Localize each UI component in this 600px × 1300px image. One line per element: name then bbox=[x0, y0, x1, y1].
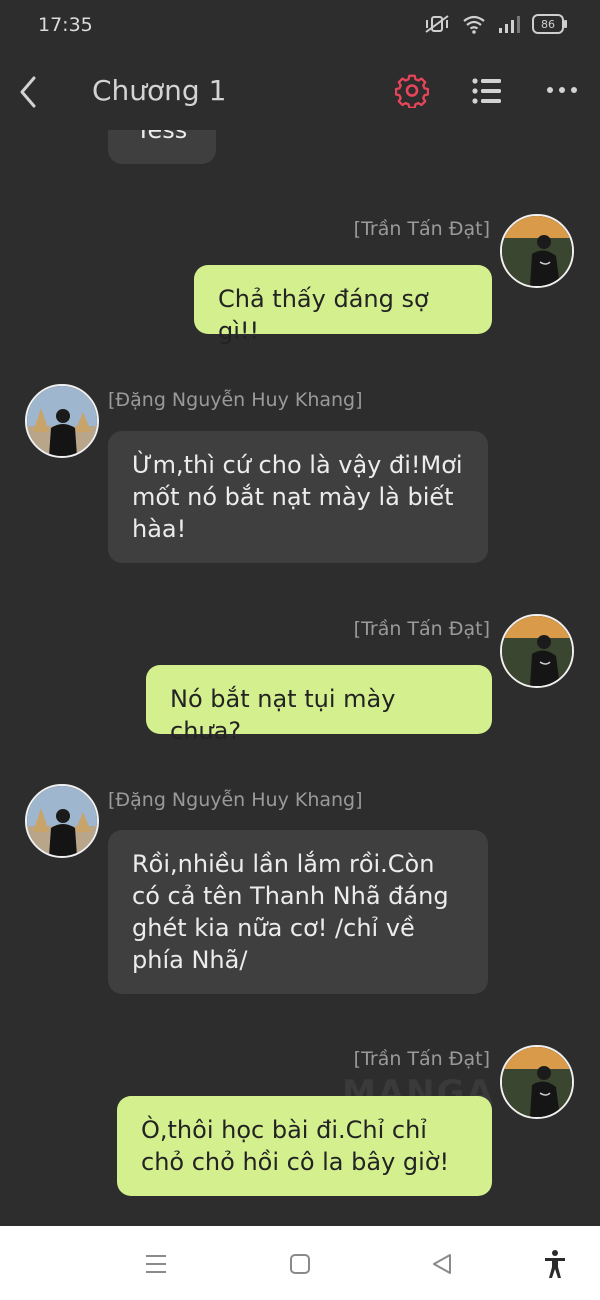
status-time: 17:35 bbox=[38, 14, 93, 36]
status-bar: 17:35 86 bbox=[0, 0, 600, 54]
signal-icon bbox=[499, 16, 520, 33]
vibrate-mute-icon bbox=[425, 15, 449, 33]
avatar-photo-icon bbox=[502, 1047, 572, 1117]
avatar-photo-icon bbox=[502, 616, 572, 686]
battery-level: 86 bbox=[541, 17, 555, 31]
gear-icon bbox=[394, 74, 430, 109]
sender-name: [Trần Tấn Đạt] bbox=[353, 1048, 490, 1070]
accessibility-button[interactable] bbox=[537, 1246, 573, 1282]
avatar[interactable] bbox=[500, 214, 574, 288]
menu-icon bbox=[146, 1255, 166, 1273]
sender-name: [Trần Tấn Đạt] bbox=[353, 218, 490, 240]
back-triangle-icon bbox=[433, 1254, 451, 1274]
more-options-button[interactable] bbox=[545, 80, 579, 100]
home-button[interactable] bbox=[282, 1246, 318, 1282]
avatar-photo-icon bbox=[502, 216, 572, 286]
home-icon bbox=[290, 1254, 310, 1274]
message-bubble: Chả thấy đáng sợ gì!! bbox=[194, 265, 492, 345]
system-nav-bar bbox=[0, 1226, 600, 1300]
message-bubble: Nó bắt nạt tụi mày chưa? bbox=[146, 665, 492, 745]
back-icon bbox=[20, 76, 36, 108]
top-bar: Chương 1 bbox=[0, 54, 600, 130]
settings-button[interactable] bbox=[394, 74, 430, 109]
sender-name: [Trần Tấn Đạt] bbox=[353, 618, 490, 640]
message-bubble: Rồi,nhiều lần lắm rồi.Còn có cả tên Than… bbox=[108, 830, 488, 994]
avatar-photo-icon bbox=[27, 386, 97, 456]
chat-area[interactable]: Yess [Trần Tấn Đạt] Chả thấy đáng sợ gì!… bbox=[0, 0, 600, 1226]
avatar[interactable] bbox=[500, 1045, 574, 1119]
chapter-list-button[interactable] bbox=[470, 76, 504, 106]
status-icons: 86 bbox=[424, 14, 567, 34]
page-title: Chương 1 bbox=[92, 74, 227, 107]
list-icon bbox=[472, 78, 501, 104]
back-button[interactable] bbox=[14, 72, 44, 112]
avatar[interactable] bbox=[25, 384, 99, 458]
message-bubble: Ừm,thì cứ cho là vậy đi!Mơi mốt nó bắt n… bbox=[108, 431, 488, 563]
message-text: Rồi,nhiều lần lắm rồi.Còn có cả tên Than… bbox=[132, 850, 449, 974]
system-back-button[interactable] bbox=[424, 1246, 460, 1282]
message-text: Nó bắt nạt tụi mày chưa? bbox=[170, 685, 396, 745]
sender-name: [Đặng Nguyễn Huy Khang] bbox=[108, 789, 363, 811]
sender-name: [Đặng Nguyễn Huy Khang] bbox=[108, 389, 363, 411]
accessibility-icon bbox=[545, 1250, 565, 1278]
recent-apps-button[interactable] bbox=[138, 1246, 174, 1282]
message-text: Chả thấy đáng sợ gì!! bbox=[218, 285, 429, 345]
battery-icon: 86 bbox=[532, 14, 567, 34]
wifi-icon bbox=[463, 15, 485, 34]
message-text: Ò,thôi học bài đi.Chỉ chỉ chỏ chỏ hồi cô… bbox=[141, 1116, 450, 1176]
message-bubble: Ò,thôi học bài đi.Chỉ chỉ chỏ chỏ hồi cô… bbox=[117, 1096, 492, 1196]
message-text: Ừm,thì cứ cho là vậy đi!Mơi mốt nó bắt n… bbox=[132, 451, 463, 543]
avatar[interactable] bbox=[500, 614, 574, 688]
more-icon bbox=[547, 87, 577, 93]
avatar-photo-icon bbox=[27, 786, 97, 856]
avatar[interactable] bbox=[25, 784, 99, 858]
